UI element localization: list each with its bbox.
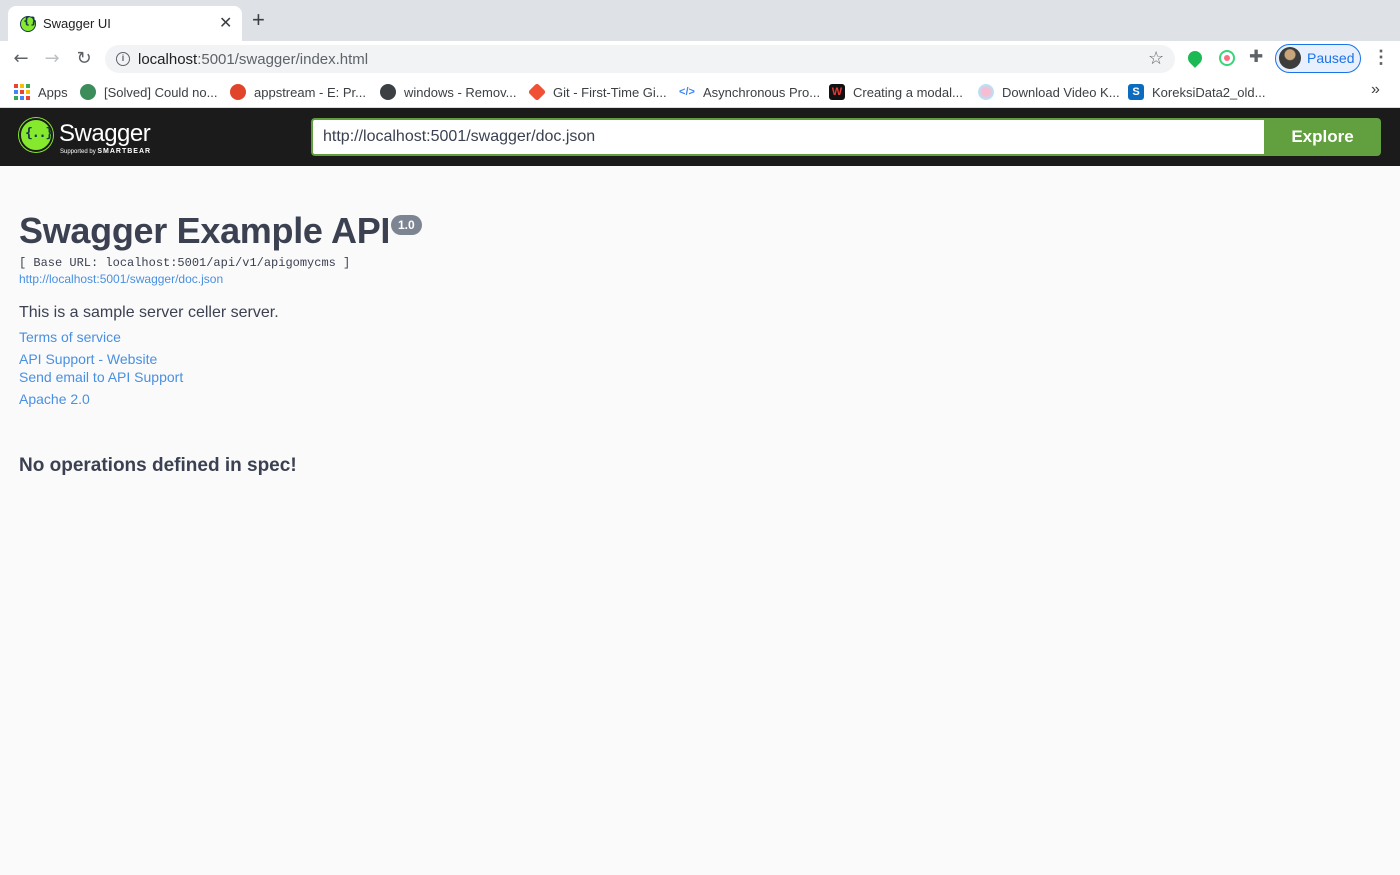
w-favicon-icon: W — [829, 84, 845, 100]
tagline-brand: SMARTBEAR — [97, 148, 152, 155]
bookmark-label: Asynchronous Pro... — [703, 84, 821, 100]
globe-favicon-icon — [380, 84, 396, 100]
api-description: This is a sample server celler server. — [19, 304, 279, 321]
tab-title: Swagger UI — [43, 16, 111, 31]
sharepoint-favicon-icon: S — [1128, 84, 1144, 100]
bookmark-label: KoreksiData2_old... — [1152, 84, 1266, 100]
address-bar-url[interactable]: localhost:5001/swagger/index.html — [138, 51, 368, 68]
code-favicon-icon: </> — [679, 84, 695, 100]
ask-favicon-icon — [230, 84, 246, 100]
bookmark-async[interactable]: </> Asynchronous Pro... — [679, 84, 820, 100]
api-info: Swagger Example API 1.0 [ Base URL: loca… — [19, 210, 1319, 407]
bookmark-label: Git - First-Time Gi... — [553, 84, 667, 100]
bookmark-star-icon[interactable]: ☆ — [1148, 48, 1164, 69]
bookmarks-overflow-icon[interactable]: » — [1371, 81, 1380, 99]
tagline-prefix: Supported by — [60, 149, 98, 155]
site-info-icon[interactable]: i — [116, 52, 130, 66]
bookmark-label: windows - Remov... — [404, 84, 517, 100]
avatar — [1279, 47, 1301, 69]
extension-chat-icon[interactable] — [1185, 48, 1205, 68]
circle-favicon-icon — [978, 84, 994, 100]
git-favicon-icon — [527, 82, 547, 102]
reload-icon[interactable]: ↻ — [72, 47, 96, 71]
spec-url-input[interactable] — [311, 118, 1265, 156]
back-arrow-icon[interactable]: ← — [9, 47, 33, 71]
extension-target-icon[interactable] — [1219, 50, 1235, 66]
bookmark-label: Apps — [38, 84, 68, 100]
tab-swagger-ui[interactable]: Swagger UI ✕ — [8, 6, 242, 41]
bookmark-label: Download Video K... — [1002, 84, 1120, 100]
url-host: localhost — [138, 51, 198, 68]
swagger-logo-wordmark: Swagger — [59, 120, 151, 147]
extensions-puzzle-icon[interactable]: ✚ — [1249, 47, 1263, 67]
bookmarks-bar: Apps [Solved] Could no... appstream - E:… — [0, 77, 1400, 108]
version-badge: 1.0 — [391, 215, 422, 235]
bookmark-download-video[interactable]: Download Video K... — [978, 84, 1120, 100]
tab-close-icon[interactable]: ✕ — [219, 13, 232, 33]
no-operations-message: No operations defined in spec! — [19, 455, 297, 476]
browser-toolbar: ← → ↻ i localhost:5001/swagger/index.htm… — [0, 41, 1400, 77]
spec-json-link[interactable]: http://localhost:5001/swagger/doc.json — [19, 272, 223, 286]
bookmark-label: [Solved] Could no... — [104, 84, 218, 100]
swagger-logo-tagline: Supported by SMARTBEAR — [60, 148, 151, 155]
bookmark-solved[interactable]: [Solved] Could no... — [80, 84, 217, 100]
browser-tabstrip: Swagger UI ✕ + — [0, 0, 1400, 41]
url-path: :5001/swagger/index.html — [197, 51, 369, 68]
bookmark-git[interactable]: Git - First-Time Gi... — [527, 82, 667, 102]
bookmark-modal[interactable]: W Creating a modal... — [829, 84, 963, 100]
profile-button[interactable]: Paused — [1275, 44, 1361, 73]
support-website-link[interactable]: API Support - Website — [19, 351, 157, 367]
bookmark-label: appstream - E: Pr... — [254, 84, 366, 100]
swagger-topbar: Swagger Supported by SMARTBEAR Explore — [0, 108, 1400, 166]
bookmark-label: Creating a modal... — [853, 84, 963, 100]
profile-status-label: Paused — [1307, 50, 1355, 66]
api-title: Swagger Example API — [19, 210, 391, 251]
address-bar[interactable]: i localhost:5001/swagger/index.html ☆ — [105, 45, 1175, 73]
new-tab-button[interactable]: + — [252, 9, 265, 31]
bookmark-koreksi[interactable]: S KoreksiData2_old... — [1128, 84, 1265, 100]
bookmark-appstream[interactable]: appstream - E: Pr... — [230, 84, 366, 100]
swagger-favicon-icon — [20, 16, 37, 32]
forward-arrow-icon[interactable]: → — [40, 47, 64, 71]
explore-button[interactable]: Explore — [1264, 118, 1381, 156]
license-link[interactable]: Apache 2.0 — [19, 391, 90, 407]
bookmark-apps[interactable]: Apps — [14, 84, 68, 100]
gear-favicon-icon — [80, 84, 96, 100]
apps-grid-icon — [14, 84, 30, 100]
more-menu-icon[interactable]: ⋮ — [1372, 47, 1390, 68]
bookmark-windows[interactable]: windows - Remov... — [380, 84, 516, 100]
swagger-logo-icon[interactable] — [19, 118, 53, 152]
terms-of-service-link[interactable]: Terms of service — [19, 329, 121, 345]
base-url: [ Base URL: localhost:5001/api/v1/apigom… — [19, 256, 351, 270]
support-email-link[interactable]: Send email to API Support — [19, 369, 183, 385]
